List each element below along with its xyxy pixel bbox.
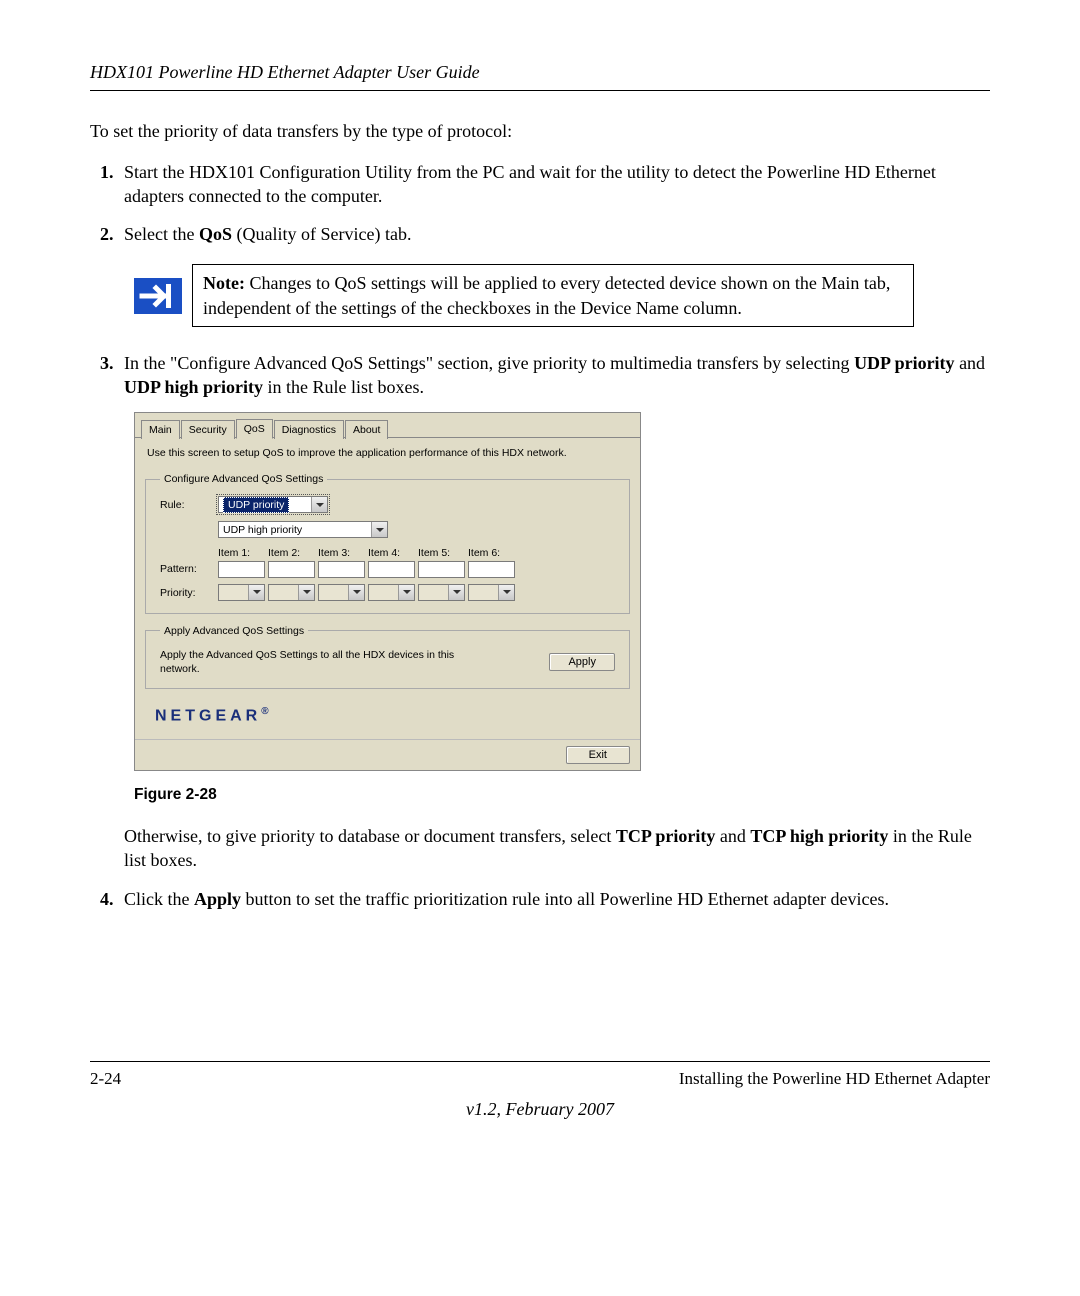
item-2-label: Item 2:: [268, 546, 315, 560]
priority-dd-3[interactable]: [318, 584, 365, 601]
tab-diagnostics[interactable]: Diagnostics: [274, 420, 344, 439]
pattern-label: Pattern:: [160, 562, 218, 576]
item-5-label: Item 5:: [418, 546, 465, 560]
step-4-pre: Click the: [124, 889, 194, 909]
rule-dropdown-1[interactable]: UDP priority: [218, 496, 328, 513]
rule-dropdown-2-value: UDP high priority: [223, 523, 302, 537]
pattern-input-4[interactable]: [368, 561, 415, 578]
chevron-down-icon: [248, 585, 264, 600]
priority-dd-2[interactable]: [268, 584, 315, 601]
step-4: Click the Apply button to set the traffi…: [118, 887, 990, 911]
chevron-down-icon: [348, 585, 364, 600]
priority-dd-6[interactable]: [468, 584, 515, 601]
pattern-input-3[interactable]: [318, 561, 365, 578]
chevron-down-icon: [498, 585, 514, 600]
tab-description: Use this screen to setup QoS to improve …: [147, 446, 630, 460]
arrow-right-icon: [134, 278, 182, 314]
qos-dialog: Main Security QoS Diagnostics About Use …: [134, 412, 641, 771]
step-2-pre: Select the: [124, 224, 199, 244]
step-3-post: in the Rule list boxes.: [263, 377, 424, 397]
step-2-bold: QoS: [199, 224, 232, 244]
step-2: Select the QoS (Quality of Service) tab.…: [118, 222, 990, 327]
exit-bar: Exit: [135, 739, 640, 770]
intro-text: To set the priority of data transfers by…: [90, 119, 990, 143]
step-3-subtext: Otherwise, to give priority to database …: [124, 824, 990, 873]
priority-dd-1[interactable]: [218, 584, 265, 601]
step-3-b2: UDP high priority: [124, 377, 263, 397]
step-3-sub-b2: TCP high priority: [750, 826, 888, 846]
priority-dd-4[interactable]: [368, 584, 415, 601]
step-1: Start the HDX101 Configuration Utility f…: [118, 160, 990, 209]
priority-dropdowns: [218, 584, 615, 601]
tab-security[interactable]: Security: [181, 420, 235, 439]
chevron-down-icon: [398, 585, 414, 600]
rule-dropdown-1-value: UDP priority: [223, 497, 289, 513]
apply-legend: Apply Advanced QoS Settings: [160, 624, 308, 638]
footer-version: v1.2, February 2007: [90, 1097, 990, 1121]
note-label: Note:: [203, 273, 245, 293]
pattern-input-6[interactable]: [468, 561, 515, 578]
pattern-input-2[interactable]: [268, 561, 315, 578]
item-1-label: Item 1:: [218, 546, 265, 560]
step-3-pre: In the "Configure Advanced QoS Settings"…: [124, 353, 854, 373]
chevron-down-icon: [448, 585, 464, 600]
step-4-post: button to set the traffic prioritization…: [241, 889, 889, 909]
chevron-down-icon: [371, 522, 387, 537]
tab-main[interactable]: Main: [141, 420, 180, 439]
footer-rule: [90, 1061, 990, 1062]
step-3: In the "Configure Advanced QoS Settings"…: [118, 351, 990, 873]
chevron-down-icon: [298, 585, 314, 600]
apply-description: Apply the Advanced QoS Settings to all t…: [160, 648, 460, 676]
configure-fieldset: Configure Advanced QoS Settings Rule: UD…: [145, 472, 630, 614]
configure-legend: Configure Advanced QoS Settings: [160, 472, 327, 486]
step-3-sub-mid: and: [715, 826, 750, 846]
step-3-sub-pre: Otherwise, to give priority to database …: [124, 826, 616, 846]
step-3-b1: UDP priority: [854, 353, 955, 373]
tab-body: Use this screen to setup QoS to improve …: [135, 437, 640, 739]
chevron-down-icon: [311, 497, 327, 512]
note-row: Note: Changes to QoS settings will be ap…: [134, 264, 914, 327]
rule-dropdown-2[interactable]: UDP high priority: [218, 521, 388, 538]
priority-label: Priority:: [160, 586, 218, 600]
note-box: Note: Changes to QoS settings will be ap…: [192, 264, 914, 327]
pattern-inputs: [218, 561, 615, 578]
tab-qos[interactable]: QoS: [236, 419, 273, 439]
rule-label: Rule:: [160, 498, 218, 512]
step-3-mid: and: [955, 353, 986, 373]
item-6-label: Item 6:: [468, 546, 515, 560]
tab-bar: Main Security QoS Diagnostics About: [135, 413, 640, 438]
apply-button[interactable]: Apply: [549, 653, 615, 671]
footer-section: Installing the Powerline HD Ethernet Ada…: [679, 1068, 990, 1091]
pattern-input-1[interactable]: [218, 561, 265, 578]
step-4-bold: Apply: [194, 889, 241, 909]
item-headers: Item 1: Item 2: Item 3: Item 4: Item 5: …: [218, 546, 615, 560]
steps-list: Start the HDX101 Configuration Utility f…: [90, 160, 990, 911]
header-rule: [90, 90, 990, 91]
netgear-logo: NETGEAR®: [145, 699, 630, 731]
item-4-label: Item 4:: [368, 546, 415, 560]
tab-about[interactable]: About: [345, 420, 388, 439]
apply-fieldset: Apply Advanced QoS Settings Apply the Ad…: [145, 624, 630, 690]
exit-button[interactable]: Exit: [566, 746, 630, 764]
figure-caption: Figure 2-28: [134, 785, 990, 806]
step-3-sub-b1: TCP priority: [616, 826, 716, 846]
step-2-post: (Quality of Service) tab.: [232, 224, 411, 244]
pattern-input-5[interactable]: [418, 561, 465, 578]
priority-dd-5[interactable]: [418, 584, 465, 601]
note-text: Changes to QoS settings will be applied …: [203, 273, 890, 317]
item-3-label: Item 3:: [318, 546, 365, 560]
footer-page-number: 2-24: [90, 1068, 121, 1091]
page-footer: 2-24 Installing the Powerline HD Etherne…: [90, 1061, 990, 1121]
page-header-title: HDX101 Powerline HD Ethernet Adapter Use…: [90, 60, 990, 84]
